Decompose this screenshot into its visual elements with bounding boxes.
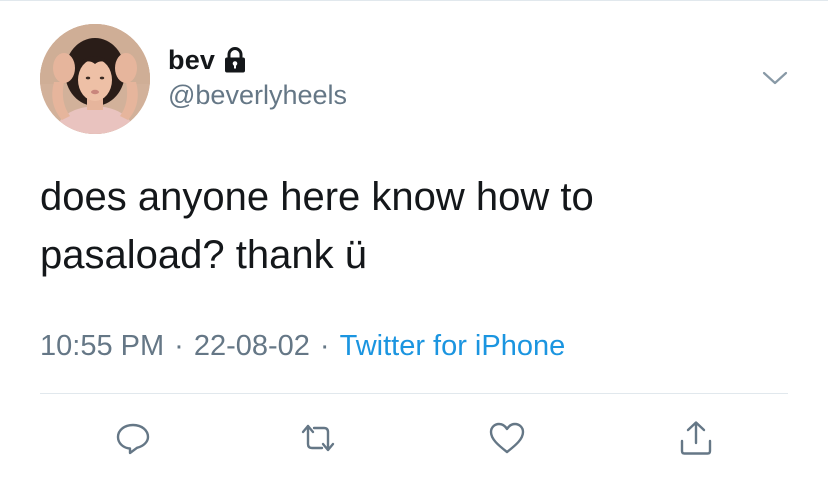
lock-icon [223, 47, 247, 73]
top-border [0, 0, 828, 1]
tweet-text: does anyone here know how to pasaload? t… [40, 175, 594, 277]
like-button[interactable] [487, 418, 527, 458]
user-handle[interactable]: @beverlyheels [168, 80, 347, 111]
heart-icon [488, 420, 526, 456]
display-name[interactable]: bev [168, 45, 215, 76]
reply-button[interactable] [113, 418, 153, 458]
meta-separator: · [174, 330, 184, 362]
share-button[interactable] [676, 418, 716, 458]
reply-icon [115, 420, 151, 456]
source-link[interactable]: Twitter for iPhone [340, 330, 566, 363]
share-icon [678, 419, 714, 457]
author-row: bev [168, 40, 247, 80]
retweet-icon [298, 420, 338, 456]
chevron-down-icon[interactable] [760, 66, 790, 90]
avatar[interactable] [40, 24, 150, 134]
divider [40, 393, 788, 394]
tweet-meta: 10:55 PM · 22-08-02 · Twitter for iPhone [40, 330, 565, 363]
meta-separator: · [319, 330, 330, 362]
retweet-button[interactable] [298, 418, 338, 458]
tweet-time[interactable]: 10:55 PM [40, 330, 164, 363]
tweet-date[interactable]: 22-08-02 [194, 330, 310, 363]
